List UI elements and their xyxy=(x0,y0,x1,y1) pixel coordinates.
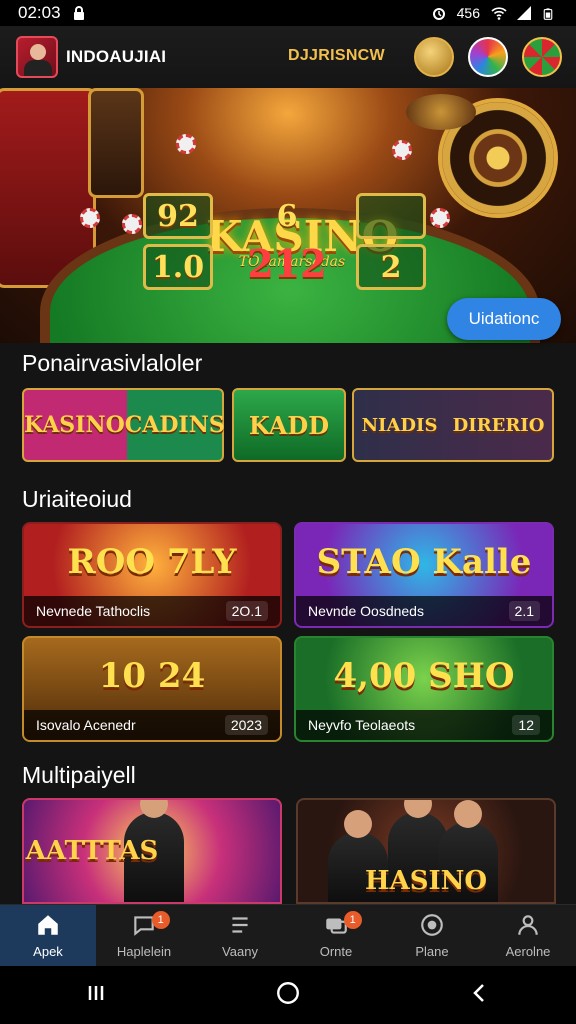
game-card-meta: Nevnde Oosdneds 2.1 xyxy=(296,596,552,626)
section-title-multiplayer: Multipaiyell xyxy=(22,762,136,788)
gold-badge-icon[interactable] xyxy=(414,37,454,77)
header-promo-title[interactable]: DJJRISNCW xyxy=(288,47,385,65)
game-card-art: 4,00 SHO xyxy=(333,656,515,696)
chip-icon xyxy=(122,214,142,234)
header-badges xyxy=(414,37,562,77)
signal-text: 4̈56 xyxy=(456,5,480,21)
recent-apps-icon[interactable] xyxy=(84,981,108,1010)
nav-item-label: Vaany xyxy=(222,944,258,959)
lock-icon xyxy=(71,5,87,21)
notification-badge: 1 xyxy=(343,911,362,929)
notification-badge: 1 xyxy=(151,911,170,929)
nav-item-list[interactable]: Vaany xyxy=(192,905,288,966)
bottom-nav: Apek 1 Haplelein Vaany 1 Ornte Plane Aer… xyxy=(0,904,576,966)
multiplayer-row: AATTTAS HASINO xyxy=(22,798,556,904)
multiplayer-card-label: AATTTAS xyxy=(25,836,159,866)
promo-card[interactable]: KADD xyxy=(232,388,346,462)
game-card-name: Nevnede Tathoclis xyxy=(36,603,151,619)
update-button[interactable]: Uidationc xyxy=(447,298,561,340)
hero-tile: 92 xyxy=(143,193,213,239)
game-card-meta: Nevnede Tathoclis 2O.1 xyxy=(24,596,280,626)
section-title-games: Uriaiteoiud xyxy=(22,486,132,512)
avatar[interactable] xyxy=(16,36,58,78)
game-card-name: Nevnde Oosdneds xyxy=(308,603,424,619)
promo-row: KASINO CADINS KADD NIADIS DIRERIO xyxy=(22,388,554,462)
chip-icon xyxy=(392,140,412,160)
game-card-count: 2023 xyxy=(224,715,268,735)
promo-card-label: DIRERIO xyxy=(452,414,545,436)
game-card-meta: Neyvfo Teolaeots 12 xyxy=(296,710,552,740)
promo-card-label: KADD xyxy=(248,410,330,440)
profile-icon xyxy=(518,915,538,935)
back-icon[interactable] xyxy=(468,981,492,1010)
nav-item-chat[interactable]: 1 Haplelein xyxy=(96,905,192,966)
alarm-icon xyxy=(431,5,447,21)
app-header: INDOAUJIAI DJJRISNCW xyxy=(0,26,576,88)
game-card[interactable]: 10 24 Isovalo Acenedr 2023 xyxy=(22,636,282,742)
status-time: 02:03 xyxy=(18,3,61,22)
promo-card[interactable]: KASINO CADINS xyxy=(22,388,225,462)
home-icon xyxy=(38,915,58,935)
game-card-count: 12 xyxy=(512,715,540,735)
system-nav-bar xyxy=(0,966,576,1024)
game-card-name: Isovalo Acenedr xyxy=(36,717,136,733)
hero-tile-plate xyxy=(356,193,426,239)
game-card-name: Neyvfo Teolaeots xyxy=(308,717,416,733)
nav-item-label: Apek xyxy=(33,944,63,959)
status-bar: 02:03 4̈56 xyxy=(0,0,576,26)
list-icon xyxy=(232,917,248,933)
section-title-promos: Ponairvasivlaloler xyxy=(22,350,203,376)
nav-item-messages[interactable]: 1 Ornte xyxy=(288,905,384,966)
game-card-count: 2O.1 xyxy=(225,601,268,621)
chip-icon xyxy=(430,208,450,228)
roulette-badge-icon[interactable] xyxy=(522,37,562,77)
hero-tile: 1.0 xyxy=(143,244,213,290)
game-card-count: 2.1 xyxy=(508,601,540,621)
brand-name: INDOAUJIAI xyxy=(66,47,167,66)
wifi-icon xyxy=(490,5,507,21)
home-button-icon[interactable] xyxy=(275,980,301,1011)
game-card-meta: Isovalo Acenedr 2023 xyxy=(24,710,280,740)
chip-icon xyxy=(80,208,100,228)
cell-signal-icon xyxy=(516,5,532,21)
game-card-art: 10 24 xyxy=(98,656,206,696)
nav-item-profile[interactable]: Aerolne xyxy=(480,905,576,966)
support-icon xyxy=(421,914,443,936)
game-card-art: ROO 7LY xyxy=(67,542,237,582)
rainbow-badge-icon[interactable] xyxy=(468,37,508,77)
multiplayer-card-label: HASINO xyxy=(364,866,488,896)
game-card-art: STAO Kalle xyxy=(316,542,532,582)
battery-icon xyxy=(542,5,558,21)
nav-item-label: Ornte xyxy=(319,944,353,959)
game-card[interactable]: 4,00 SHO Neyvfo Teolaeots 12 xyxy=(294,636,554,742)
multiplayer-card[interactable]: AATTTAS xyxy=(22,798,282,904)
game-card[interactable]: ROO 7LY Nevnede Tathoclis 2O.1 xyxy=(22,522,282,628)
promo-card-label: KASINO xyxy=(24,412,125,438)
slot-machine-image xyxy=(88,88,144,198)
hero-tile: 6 xyxy=(276,198,298,234)
promo-card[interactable]: NIADIS DIRERIO xyxy=(352,388,554,462)
hero-tile: 2 xyxy=(356,244,426,290)
chip-icon xyxy=(176,134,196,154)
game-card[interactable]: STAO Kalle Nevnde Oosdneds 2.1 xyxy=(294,522,554,628)
nav-item-support[interactable]: Plane xyxy=(384,905,480,966)
roulette-wheel-image xyxy=(406,94,476,130)
multiplayer-card[interactable]: HASINO xyxy=(296,798,556,904)
promo-card-label: NIADIS xyxy=(361,414,438,436)
nav-item-label: Plane xyxy=(415,944,449,959)
nav-item-label: Aerolne xyxy=(505,944,551,959)
nav-item-label: Haplelein xyxy=(116,944,172,959)
promo-card-label: CADINS xyxy=(124,412,225,438)
hero-tile: 212 xyxy=(247,240,327,286)
nav-item-home[interactable]: Apek xyxy=(0,905,96,966)
